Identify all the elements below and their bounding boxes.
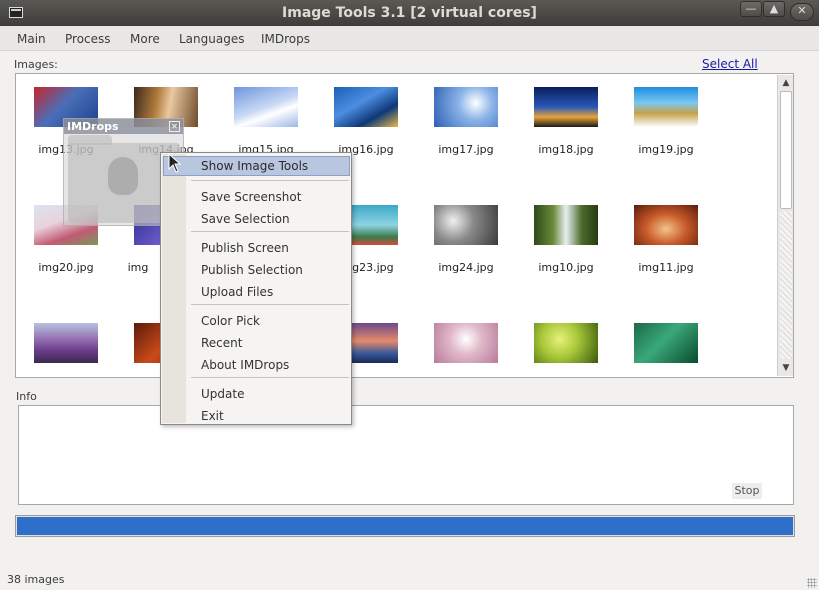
progress-fill <box>17 517 793 535</box>
file-name: img18.jpg <box>538 143 594 156</box>
menu-item-publish-screen[interactable]: Publish Screen <box>201 241 289 255</box>
thumbnail[interactable] <box>534 87 598 127</box>
minimize-button[interactable]: — <box>740 1 762 17</box>
penguin-icon <box>108 157 138 195</box>
maximize-button[interactable]: ▲ <box>763 1 785 17</box>
menu-separator <box>191 304 349 305</box>
menu-bar: Main Process More Languages IMDrops <box>0 26 819 51</box>
menu-item-update[interactable]: Update <box>201 387 244 401</box>
window-title: Image Tools 3.1 [2 virtual cores] <box>282 5 537 21</box>
thumbnail[interactable] <box>434 87 498 127</box>
menu-item-exit[interactable]: Exit <box>201 409 224 423</box>
menu-separator <box>191 231 349 232</box>
thumbnail[interactable] <box>434 323 498 363</box>
menu-main[interactable]: Main <box>17 32 46 46</box>
menu-item-show-image-tools[interactable]: Show Image Tools <box>163 156 350 176</box>
thumbnail[interactable] <box>534 323 598 363</box>
menu-separator <box>191 377 349 378</box>
status-text: 38 images <box>7 573 65 586</box>
menu-item-save-selection[interactable]: Save Selection <box>201 212 290 226</box>
scroll-up-icon[interactable]: ▲ <box>779 76 793 90</box>
thumbnail[interactable] <box>234 87 298 127</box>
menu-item-save-screenshot[interactable]: Save Screenshot <box>201 190 301 204</box>
thumbnail[interactable] <box>634 205 698 245</box>
thumbnail[interactable] <box>434 205 498 245</box>
menu-separator <box>191 180 349 181</box>
file-name: img17.jpg <box>438 143 494 156</box>
menu-item-recent[interactable]: Recent <box>201 336 242 350</box>
context-menu: Show Image Tools Save Screenshot Save Se… <box>160 152 352 425</box>
thumbnail[interactable] <box>634 87 698 127</box>
menu-item-color-pick[interactable]: Color Pick <box>201 314 260 328</box>
info-textarea[interactable] <box>18 405 794 505</box>
close-button[interactable]: ✕ <box>790 3 814 21</box>
close-icon[interactable]: ✕ <box>169 121 180 132</box>
file-name: img <box>127 261 149 274</box>
stop-button[interactable]: Stop <box>732 483 762 499</box>
application-window: Image Tools 3.1 [2 virtual cores] — ▲ ✕ … <box>0 0 819 590</box>
thumbnail[interactable] <box>334 87 398 127</box>
mouse-pointer-icon <box>168 153 182 173</box>
menu-item-publish-selection[interactable]: Publish Selection <box>201 263 303 277</box>
menu-languages[interactable]: Languages <box>179 32 244 46</box>
thumbnail[interactable] <box>634 323 698 363</box>
menu-item-upload-files[interactable]: Upload Files <box>201 285 273 299</box>
scrollbar-thumb[interactable] <box>780 91 792 209</box>
floating-window-titlebar[interactable]: IMDrops ✕ <box>64 119 183 134</box>
thumbnail[interactable] <box>534 205 598 245</box>
select-all-link[interactable]: Select All <box>702 57 758 71</box>
resize-grip-icon[interactable] <box>807 578 817 588</box>
file-name: img24.jpg <box>438 261 494 274</box>
floating-window-title: IMDrops <box>67 120 119 133</box>
menu-icon-stripe <box>162 154 186 423</box>
thumbnail[interactable] <box>34 323 98 363</box>
info-label: Info <box>16 390 37 403</box>
title-bar[interactable]: Image Tools 3.1 [2 virtual cores] — ▲ ✕ <box>0 0 819 26</box>
menu-item-about-imdrops[interactable]: About IMDrops <box>201 358 289 372</box>
progress-bar <box>15 515 795 537</box>
menu-process[interactable]: Process <box>65 32 111 46</box>
file-name: img19.jpg <box>638 143 694 156</box>
file-name: img20.jpg <box>38 261 94 274</box>
vertical-scrollbar[interactable]: ▲ ▼ <box>777 75 793 376</box>
images-label: Images: <box>14 58 58 71</box>
file-name: img10.jpg <box>538 261 594 274</box>
scroll-down-icon[interactable]: ▼ <box>779 361 793 375</box>
menu-imdrops[interactable]: IMDrops <box>261 32 310 46</box>
menu-more[interactable]: More <box>130 32 160 46</box>
file-name: img11.jpg <box>638 261 694 274</box>
scrollbar-track[interactable] <box>780 211 792 359</box>
